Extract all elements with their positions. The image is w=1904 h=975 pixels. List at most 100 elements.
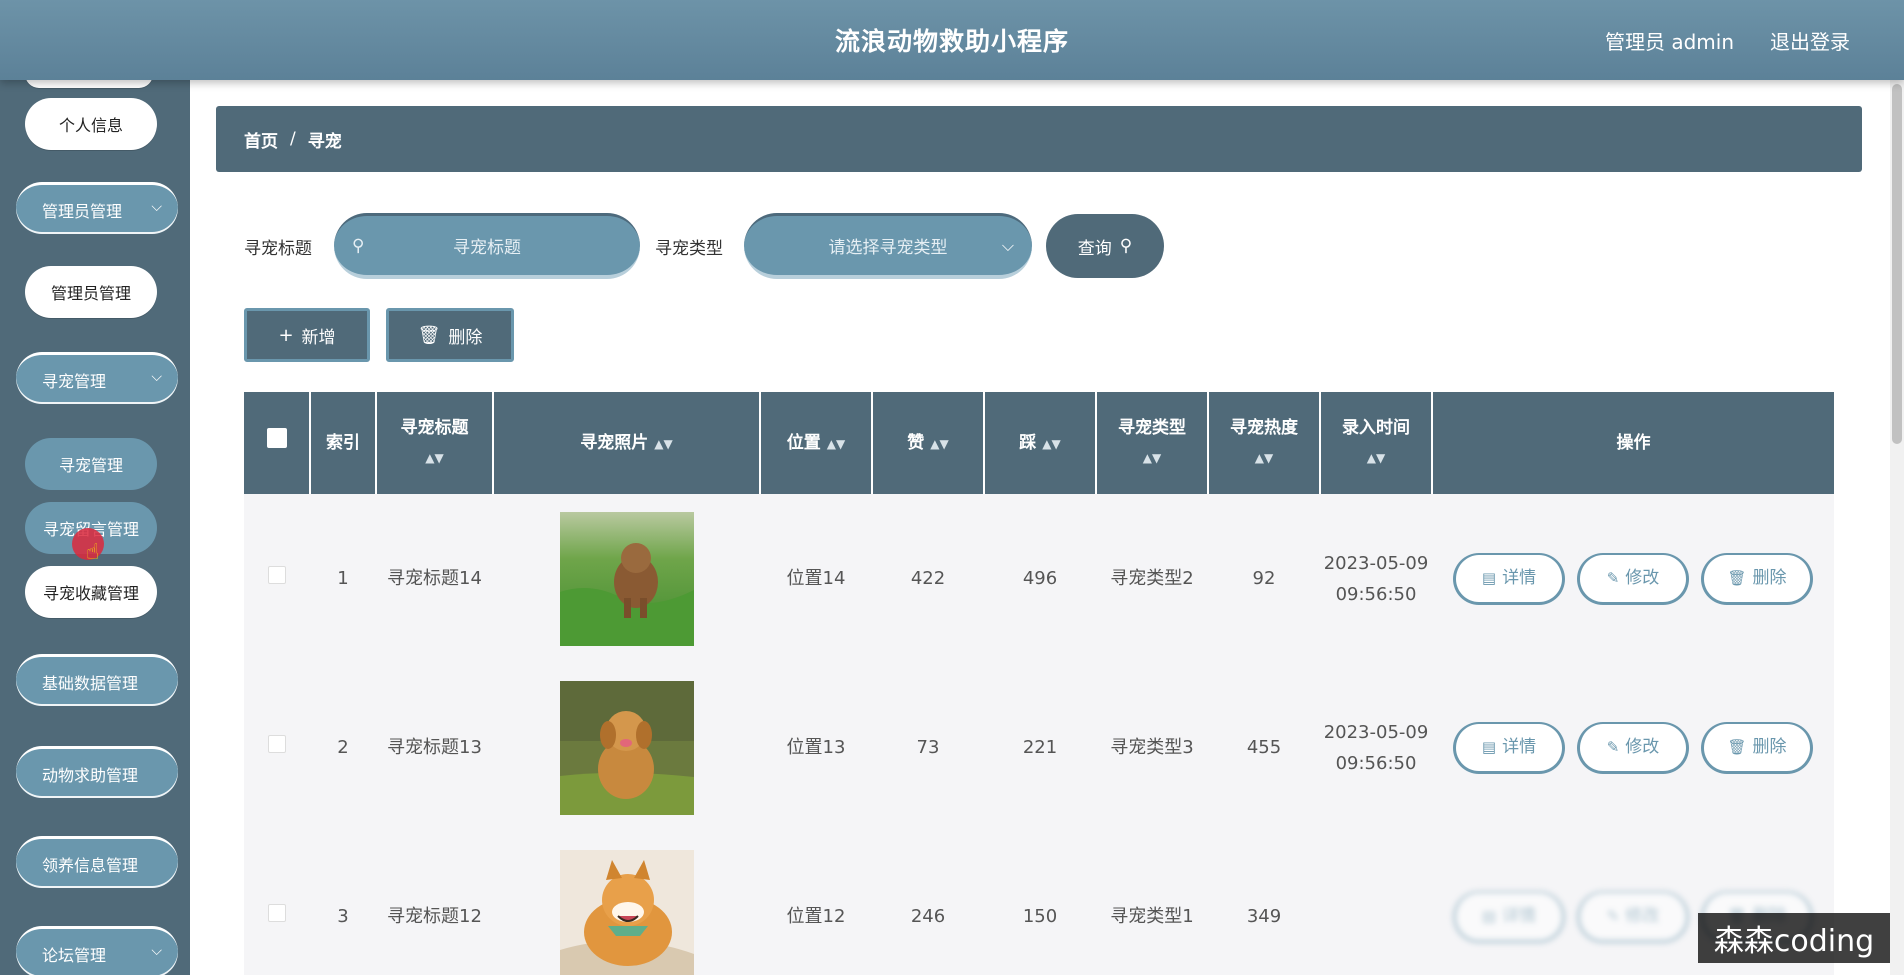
column-header: 操作 xyxy=(1432,392,1834,494)
breadcrumb-separator: / xyxy=(290,129,296,149)
edit-button-label: 修改 xyxy=(1625,905,1660,926)
row-checkbox[interactable] xyxy=(268,735,286,753)
edit-button-label: 修改 xyxy=(1625,567,1660,588)
type-cell: 寻宠类型1 xyxy=(1096,832,1208,975)
document-icon: ▤ xyxy=(1481,737,1497,756)
actions-cell: ▤ 详情 ✎ 修改 🗑 删除 xyxy=(1432,663,1834,832)
pet-photo-poodle[interactable] xyxy=(559,511,694,646)
sidebar-item-pet-search-manage[interactable]: 寻宠管理 xyxy=(25,438,157,490)
sidebar-group-adoption[interactable]: 领养信息管理 xyxy=(16,836,178,888)
likes-cell: 73 xyxy=(872,663,984,832)
title-search-input[interactable]: ⚲ 寻宠标题 xyxy=(334,213,640,279)
sort-icon[interactable]: ▲▼ xyxy=(1209,443,1319,473)
pet-photo-golden-retriever[interactable] xyxy=(559,680,694,815)
table-row[interactable]: 3 寻宠标题12 位置12 246 150 寻宠类型1 349 ▤ 详情 ✎ 修… xyxy=(244,832,1834,975)
hand-cursor-icon: ☝ xyxy=(86,540,100,565)
chevron-down-icon: ⌵ xyxy=(151,369,162,385)
sort-icon[interactable]: ▲▼ xyxy=(1097,443,1207,473)
breadcrumb-home[interactable]: 首页 xyxy=(244,127,278,152)
row-select-cell[interactable] xyxy=(244,832,310,975)
batch-delete-button[interactable]: 🗑 删除 xyxy=(386,308,514,362)
type-select[interactable]: 请选择寻宠类型 ⌵ xyxy=(744,213,1032,279)
column-header-label: 寻宠标题 xyxy=(400,418,469,438)
sidebar-group-admin[interactable]: 管理员管理 ⌵ xyxy=(16,182,178,234)
column-header-label: 踩 xyxy=(1019,432,1037,453)
row-select-cell[interactable] xyxy=(244,494,310,663)
table-header-row: 索引 寻宠标题 ▲▼ 寻宠照片 ▲▼ 位置 ▲▼ 赞 ▲▼ 踩 ▲▼ 寻宠类型 ▲▼… xyxy=(244,392,1834,494)
select-all-checkbox[interactable] xyxy=(266,428,287,448)
sort-icon[interactable]: ▲▼ xyxy=(377,443,492,473)
edit-button[interactable]: ✎ 修改 xyxy=(1577,552,1689,605)
sidebar-group-animal-help[interactable]: 动物求助管理 xyxy=(16,746,178,798)
sidebar-group-forum[interactable]: 论坛管理 ⌵ xyxy=(16,926,178,975)
detail-button[interactable]: ▤ 详情 xyxy=(1453,552,1565,605)
trash-icon: 🗑 xyxy=(1727,568,1747,587)
time-cell: 2023-05-09 09:56:50 xyxy=(1320,494,1432,663)
column-header[interactable]: 寻宠标题 ▲▼ xyxy=(376,392,494,494)
actions-cell: ▤ 详情 ✎ 修改 🗑 删除 xyxy=(1432,494,1834,663)
likes-cell: 246 xyxy=(872,832,984,975)
column-header[interactable]: 录入时间 ▲▼ xyxy=(1320,392,1433,494)
add-button-label: 新增 xyxy=(301,327,336,348)
sidebar-group-label: 基础数据管理 xyxy=(42,673,139,693)
sort-icon[interactable]: ▲▼ xyxy=(1042,437,1060,451)
header-select-all[interactable] xyxy=(244,392,311,494)
sort-icon[interactable]: ▲▼ xyxy=(827,437,845,451)
photo-cell xyxy=(493,663,760,832)
sidebar-item-profile[interactable]: 个人信息 xyxy=(25,98,157,150)
detail-button[interactable]: ▤ 详情 xyxy=(1453,721,1565,774)
query-button[interactable]: 查询 ⚲ xyxy=(1046,214,1164,278)
sidebar-group-label: 动物求助管理 xyxy=(42,765,139,785)
detail-button[interactable]: ▤ 详情 xyxy=(1453,890,1565,943)
column-header-label: 寻宠热度 xyxy=(1230,418,1298,438)
table-row[interactable]: 2 寻宠标题13 位置13 73 221 寻宠类型3 455 2023-05-0… xyxy=(244,663,1834,832)
time-cell xyxy=(1320,832,1432,975)
column-header[interactable]: 寻宠类型 ▲▼ xyxy=(1096,392,1209,494)
sidebar-item-partial[interactable] xyxy=(25,80,153,88)
edit-button[interactable]: ✎ 修改 xyxy=(1577,890,1689,943)
sort-icon[interactable]: ▲▼ xyxy=(930,437,948,451)
edit-button[interactable]: ✎ 修改 xyxy=(1577,721,1689,774)
sidebar-group-label: 寻宠管理 xyxy=(42,371,107,391)
column-header[interactable]: 寻宠照片 ▲▼ xyxy=(493,392,761,494)
batch-delete-label: 删除 xyxy=(448,327,483,348)
delete-button[interactable]: 🗑 删除 xyxy=(1701,552,1813,605)
column-header[interactable]: 踩 ▲▼ xyxy=(984,392,1097,494)
page-scrollbar-thumb[interactable] xyxy=(1892,84,1902,444)
detail-button-label: 详情 xyxy=(1502,905,1537,926)
row-select-cell[interactable] xyxy=(244,663,310,832)
pencil-icon: ✎ xyxy=(1606,737,1620,756)
dislikes-cell: 496 xyxy=(984,494,1096,663)
row-checkbox[interactable] xyxy=(268,904,286,922)
delete-button[interactable]: 🗑 删除 xyxy=(1701,721,1813,774)
pet-search-table: 索引 寻宠标题 ▲▼ 寻宠照片 ▲▼ 位置 ▲▼ 赞 ▲▼ 踩 ▲▼ 寻宠类型 ▲▼… xyxy=(244,392,1834,975)
column-header-label: 赞 xyxy=(907,432,925,453)
sidebar-item-pet-favorite-manage[interactable]: 寻宠收藏管理 xyxy=(25,566,157,618)
type-cell: 寻宠类型3 xyxy=(1096,663,1208,832)
index-cell: 3 xyxy=(310,832,376,975)
title-cell: 寻宠标题14 xyxy=(376,494,493,663)
sort-icon[interactable]: ▲▼ xyxy=(654,437,672,451)
sidebar-item-admin-manage[interactable]: 管理员管理 xyxy=(25,266,157,318)
sidebar-group-pet-search[interactable]: 寻宠管理 ⌵ xyxy=(16,352,178,404)
sidebar-group-label: 管理员管理 xyxy=(42,201,123,221)
breadcrumb: 首页 / 寻宠 xyxy=(216,106,1862,172)
heat-cell: 349 xyxy=(1208,832,1320,975)
column-header[interactable]: 位置 ▲▼ xyxy=(760,392,873,494)
pet-photo-shiba[interactable] xyxy=(559,849,694,975)
delete-button-label: 删除 xyxy=(1752,567,1787,588)
top-header: 流浪动物救助小程序 管理员 admin 退出登录 xyxy=(0,0,1904,80)
sort-icon[interactable]: ▲▼ xyxy=(1321,443,1431,473)
add-button[interactable]: + 新增 xyxy=(244,308,370,362)
sidebar: 个人信息 管理员管理 ⌵ 管理员管理 寻宠管理 ⌵ 寻宠管理 寻宠留言管理 寻宠… xyxy=(0,80,190,975)
column-header[interactable]: 赞 ▲▼ xyxy=(872,392,985,494)
column-header[interactable]: 寻宠热度 ▲▼ xyxy=(1208,392,1321,494)
table-row[interactable]: 1 寻宠标题14 位置14 422 496 寻宠类型2 92 2023-05-0… xyxy=(244,494,1834,663)
edit-button-label: 修改 xyxy=(1625,736,1660,757)
sidebar-group-basic-data[interactable]: 基础数据管理 xyxy=(16,654,178,706)
row-checkbox[interactable] xyxy=(268,566,286,584)
document-icon: ▤ xyxy=(1481,568,1497,587)
chevron-down-icon: ⌵ xyxy=(1001,236,1014,255)
logout-button[interactable]: 退出登录 xyxy=(1770,26,1850,55)
time-cell: 2023-05-09 09:56:50 xyxy=(1320,663,1432,832)
